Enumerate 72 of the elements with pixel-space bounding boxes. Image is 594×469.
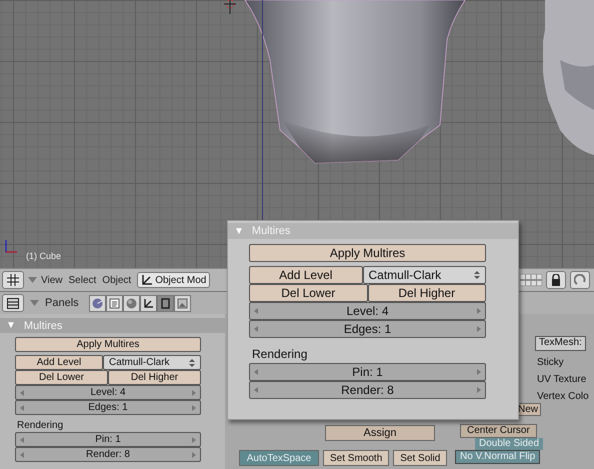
subdivision-dropdown[interactable]: Catmull-Clark (103, 355, 201, 370)
up-down-icon (474, 271, 480, 279)
right-arrow-icon (477, 308, 481, 314)
image-icon (176, 298, 188, 308)
number-field[interactable]: Level: 4 (15, 385, 201, 400)
number-field[interactable]: Edges: 1 (15, 400, 201, 415)
right-arrow-icon (192, 404, 196, 410)
window-icon (7, 298, 19, 308)
number-field[interactable]: Edges: 1 (249, 320, 486, 338)
number-field[interactable]: Pin: 1 (249, 363, 486, 381)
action-button[interactable]: Del Higher (108, 370, 201, 385)
panels-label: Panels (45, 297, 79, 309)
left-arrow-icon (20, 390, 24, 396)
action-button[interactable]: Del Lower (15, 370, 108, 385)
layer-label: Sticky (537, 357, 564, 368)
action-button[interactable]: Apply Multires (249, 244, 486, 262)
toggle-button[interactable]: Set Solid (393, 450, 448, 466)
center-cursor-button[interactable]: Center Cursor (460, 424, 537, 438)
layers-icon[interactable] (520, 274, 542, 286)
assign-button[interactable]: Assign (325, 425, 435, 441)
action-button[interactable]: Add Level (15, 355, 103, 370)
number-field[interactable]: Render: 8 (15, 447, 201, 462)
number-field[interactable]: Render: 8 (249, 381, 486, 399)
menu-item[interactable]: Select (68, 274, 96, 286)
context-tab[interactable] (140, 294, 157, 312)
mode-dropdown[interactable]: Object Mod (137, 272, 210, 288)
lock-icon (551, 274, 561, 286)
lock-button[interactable] (546, 271, 566, 289)
left-arrow-icon (254, 369, 258, 375)
menu-item[interactable]: View (41, 274, 62, 286)
number-field[interactable]: Pin: 1 (15, 432, 201, 447)
sphere-icon (126, 298, 137, 308)
panel-title: Multires (252, 225, 290, 237)
toggle-button[interactable]: Set Smooth (323, 450, 390, 466)
left-arrow-icon (254, 308, 258, 314)
script-icon (108, 298, 120, 308)
section-label: Rendering (16, 419, 64, 432)
right-arrow-icon (192, 436, 196, 442)
grid-icon (7, 274, 19, 286)
left-arrow-icon (20, 436, 24, 442)
number-field[interactable]: Level: 4 (249, 302, 486, 320)
editor-type-button[interactable] (2, 271, 24, 289)
action-button[interactable]: Add Level (249, 266, 362, 284)
object-label: (1) Cube (26, 251, 62, 261)
left-arrow-icon (20, 404, 24, 410)
layer-label: Vertex Colo (537, 391, 589, 402)
context-tab[interactable] (156, 294, 174, 312)
up-down-icon (189, 358, 195, 366)
right-arrow-icon (476, 387, 481, 393)
cursor-icon (222, 0, 238, 14)
texmesh-field[interactable]: TexMesh: (535, 336, 586, 351)
left-arrow-icon (20, 452, 24, 458)
menu-item[interactable]: Object (102, 274, 132, 286)
collapse-icon[interactable] (28, 277, 37, 283)
logic-icon (92, 298, 103, 308)
right-arrow-icon (477, 326, 481, 332)
left-arrow-icon (254, 326, 258, 332)
action-button[interactable]: Apply Multires (15, 337, 201, 352)
right-arrow-icon (192, 452, 196, 458)
context-tab[interactable] (106, 294, 123, 312)
action-button[interactable]: Del Higher (368, 284, 486, 302)
left-arrow-icon (254, 387, 258, 393)
editor-type-button[interactable] (2, 294, 24, 312)
action-button[interactable]: Del Lower (249, 284, 368, 302)
right-arrow-icon (192, 390, 196, 396)
axis-icon (4, 238, 18, 254)
subdivision-dropdown[interactable]: Catmull-Clark (362, 266, 486, 284)
panel-title: Multires (24, 320, 62, 332)
layer-label: UV Texture (537, 374, 586, 385)
section-label: Rendering (251, 346, 308, 363)
right-arrow-icon (477, 369, 481, 375)
square-icon (160, 298, 171, 308)
